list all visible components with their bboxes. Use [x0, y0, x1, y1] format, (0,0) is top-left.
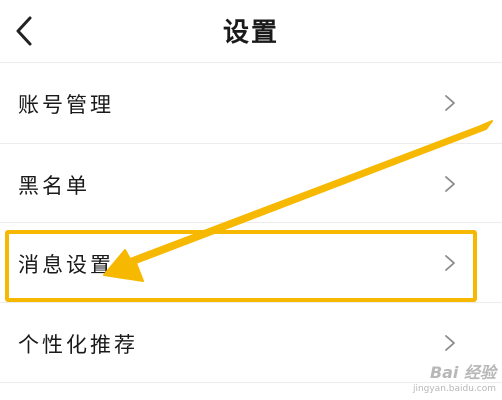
- menu-item-label: 黑名单: [18, 174, 90, 198]
- menu-item-blacklist[interactable]: 黑名单: [0, 144, 502, 224]
- chevron-right-icon: [445, 176, 455, 192]
- header: 设置: [0, 0, 502, 62]
- watermark-logo: Bai 经验: [429, 363, 496, 382]
- chevron-right-icon: [445, 95, 455, 111]
- menu-item-label: 账号管理: [18, 93, 114, 117]
- watermark: Bai 经验 jingyan.baidu.com: [413, 359, 496, 394]
- menu-item-account[interactable]: 账号管理: [0, 63, 502, 143]
- chevron-right-icon: [445, 335, 455, 351]
- page-title: 设置: [222, 18, 279, 48]
- menu-item-message-settings[interactable]: 消息设置: [0, 223, 502, 303]
- chevron-right-icon: [445, 255, 455, 271]
- menu-item-label: 个性化推荐: [18, 333, 138, 357]
- menu-item-label: 消息设置: [18, 253, 114, 277]
- watermark-url: jingyan.baidu.com: [412, 384, 496, 394]
